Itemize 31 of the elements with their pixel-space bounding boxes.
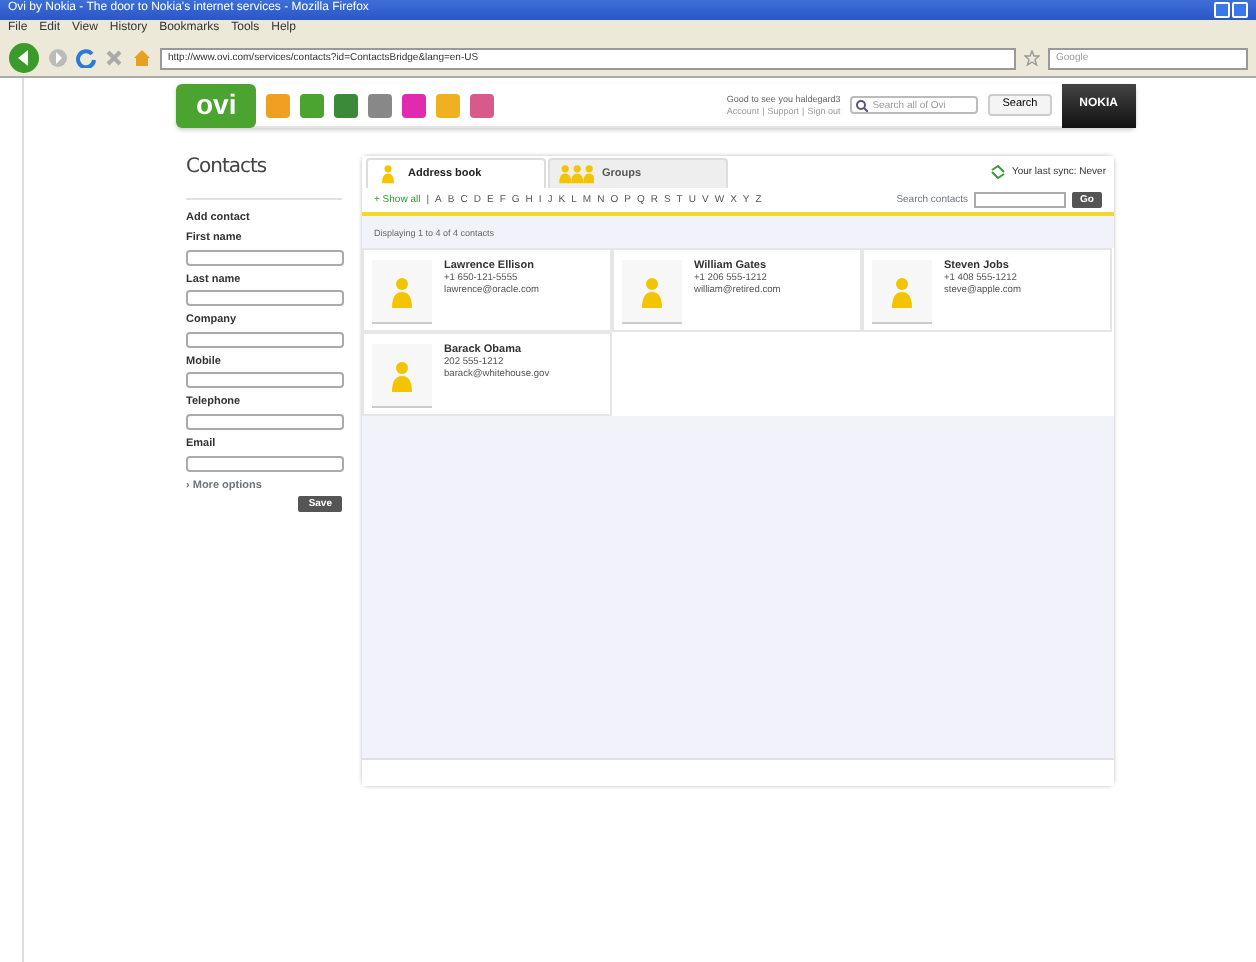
input-field[interactable] <box>186 372 344 389</box>
input-field[interactable] <box>186 414 344 431</box>
input-field[interactable] <box>186 249 344 266</box>
app-icon[interactable] <box>402 93 427 117</box>
search-field[interactable] <box>974 192 1067 208</box>
app-icon[interactable] <box>368 93 393 117</box>
search-icon <box>856 99 869 111</box>
reload-icon[interactable] <box>76 48 96 68</box>
person-icon <box>390 275 414 308</box>
back-icon[interactable] <box>8 42 40 74</box>
sync-icon <box>989 164 1006 180</box>
forward-icon[interactable] <box>48 46 68 70</box>
page-title: Contacts <box>186 156 269 180</box>
home-icon[interactable] <box>132 48 152 68</box>
stop-icon[interactable] <box>104 48 124 68</box>
app-icon[interactable] <box>470 93 495 117</box>
star-icon <box>1024 50 1040 66</box>
minimize-button[interactable] <box>1213 2 1229 18</box>
app-icon[interactable] <box>300 93 325 117</box>
input-field[interactable] <box>186 331 344 348</box>
maximize-button[interactable] <box>1232 2 1248 18</box>
app-icon[interactable] <box>266 93 291 117</box>
app-icon[interactable] <box>334 93 359 117</box>
group-icon <box>558 164 594 184</box>
person-icon <box>640 275 664 308</box>
input-field[interactable] <box>186 290 344 307</box>
person-icon <box>376 164 400 184</box>
person-icon <box>890 275 914 308</box>
person-icon <box>390 359 414 392</box>
app-icon[interactable] <box>436 93 461 117</box>
input-field[interactable] <box>186 455 344 472</box>
